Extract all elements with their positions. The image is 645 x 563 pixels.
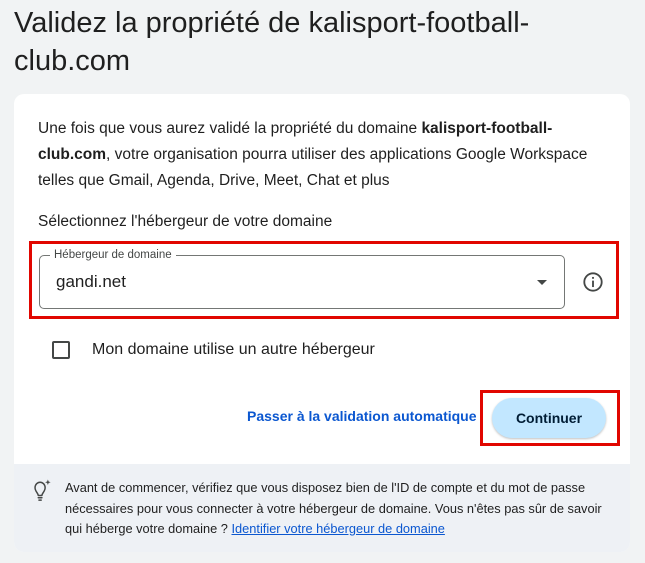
intro-text: Une fois que vous aurez validé la propri… <box>38 116 598 194</box>
auto-validation-link[interactable]: Passer à la validation automatique <box>247 408 477 424</box>
host-select-prompt: Sélectionnez l'hébergeur de votre domain… <box>38 213 333 230</box>
lightbulb-icon <box>34 479 51 501</box>
other-host-row[interactable]: Mon domaine utilise un autre hébergeur <box>52 338 375 362</box>
continue-button[interactable]: Continuer <box>492 398 606 438</box>
domain-verification-card: Une fois que vous aurez validé la propri… <box>14 94 630 552</box>
host-select-label: Hébergeur de domaine <box>50 248 176 262</box>
info-circle-icon[interactable] <box>582 271 604 293</box>
host-select[interactable]: Hébergeur de domaine gandi.net <box>39 248 565 309</box>
host-select-value: gandi.net <box>56 272 126 291</box>
chevron-down-icon[interactable] <box>537 280 547 285</box>
other-host-checkbox[interactable] <box>52 341 70 359</box>
page-title: Validez la propriété de kalisport-footba… <box>14 7 530 77</box>
identify-host-link[interactable]: Identifier votre hébergeur de domaine <box>231 521 444 536</box>
other-host-label[interactable]: Mon domaine utilise un autre hébergeur <box>92 341 375 359</box>
info-text: Avant de commencer, vérifiez que vous di… <box>65 478 617 540</box>
info-panel: Avant de commencer, vérifiez que vous di… <box>14 464 630 552</box>
intro-before: Une fois que vous aurez validé la propri… <box>38 120 422 137</box>
intro-after: , votre organisation pourra utiliser des… <box>38 146 588 189</box>
